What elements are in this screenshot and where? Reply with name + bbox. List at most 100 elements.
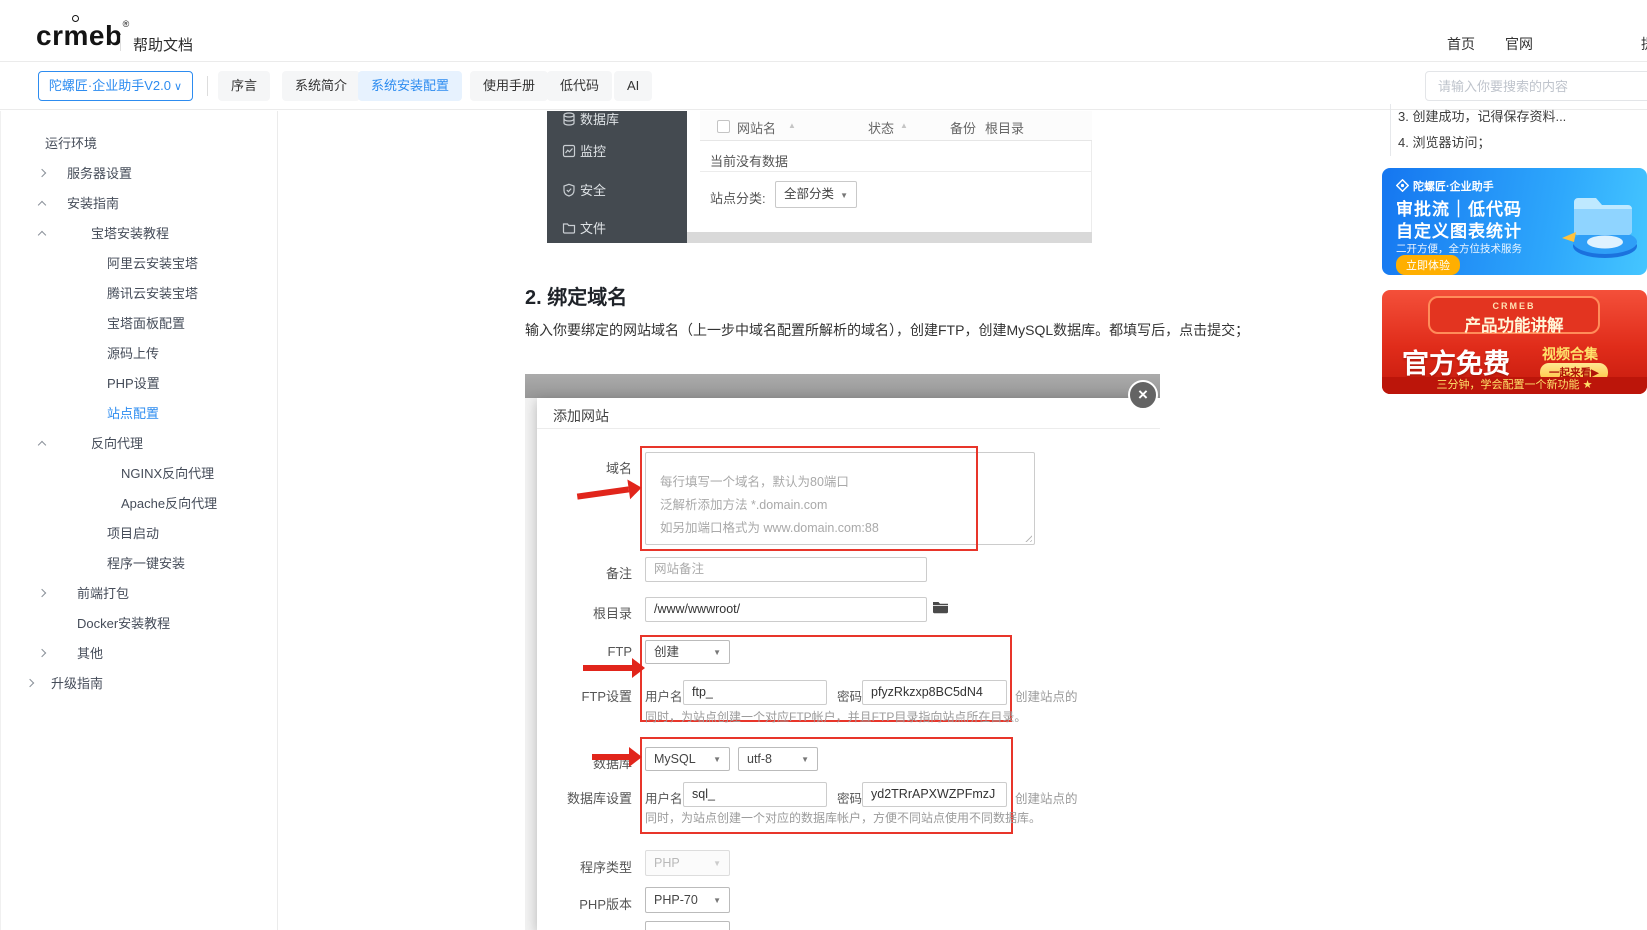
- tab-system-intro[interactable]: 系统简介: [282, 71, 361, 101]
- remark-input: 网站备注: [645, 557, 927, 582]
- sidebar-item-docker-tutorial[interactable]: Docker安装教程: [1, 609, 277, 639]
- folder-icon: [933, 602, 948, 614]
- baota-panel-menu: 数据库 监控 安全 文件: [547, 111, 687, 243]
- sidebar-item-project-start[interactable]: 项目启动: [1, 519, 277, 549]
- db-password-input: yd2TRrAPXWZPFmzJ: [862, 782, 1007, 807]
- sidebar-item-server-settings[interactable]: 服务器设置: [1, 159, 277, 189]
- banner-sub-headline: 视频合集: [1542, 346, 1598, 362]
- db-password-label: 密码: [837, 792, 863, 806]
- chevron-up-icon: [37, 440, 47, 450]
- db-note: 同时，为站点创建一个对应的数据库帐户，方便不同站点使用不同数据库。: [645, 811, 1042, 825]
- cta-button-try[interactable]: 立即体验: [1396, 255, 1460, 275]
- sidebar-item-install-guide[interactable]: 安装指南: [1, 189, 277, 219]
- tab-bar: 陀螺匠·企业助手V2.0 ∨ 序言 系统简介 系统安装配置 使用手册 低代码 AI: [0, 62, 1647, 110]
- site-title: 帮助文档: [133, 37, 194, 54]
- ad-banner-tuoluo[interactable]: 陀螺匠·企业助手 审批流｜低代码 自定义图表统计 二开方便，全方位技术服务 立即…: [1382, 168, 1647, 275]
- sidebar-item-label: 阿里云安装宝塔: [107, 256, 199, 271]
- banner-brand: 陀螺匠·企业助手: [1395, 178, 1494, 194]
- rootdir-input: /www/wwwroot/: [645, 597, 927, 622]
- sidebar-item-reverse-proxy[interactable]: 反向代理: [1, 429, 277, 459]
- db-username-label: 用户名: [645, 792, 683, 806]
- toc: 3. 创建成功，记得保存资料... 4. 浏览器访问；: [1390, 104, 1566, 156]
- sidebar-item-baota-panel-config[interactable]: 宝塔面板配置: [1, 309, 277, 339]
- chevron-right-icon: [37, 588, 47, 598]
- sidebar-item-site-config[interactable]: 站点配置: [1, 399, 277, 429]
- dialog-title-divider: [537, 428, 1160, 429]
- screenshot-baota-site-list[interactable]: 数据库 监控 安全 文件 网站名 ▲ 状态 ▲ 备份 根目录 当前没有数据 站点…: [525, 111, 1092, 243]
- tab-lowcode[interactable]: 低代码: [547, 71, 613, 101]
- folder-icon: [562, 223, 576, 234]
- nav-item-home[interactable]: 首页: [1447, 34, 1475, 54]
- sort-asc-icon: ▲: [900, 121, 908, 130]
- crmeb-logo[interactable]: crmeb®: [36, 15, 130, 52]
- tab-user-manual[interactable]: 使用手册: [470, 71, 549, 101]
- sidebar-item-runtime-env[interactable]: 运行环境: [1, 129, 277, 159]
- banner-footer-text: 三分钟，学会配置一个新功能 ★: [1382, 376, 1647, 392]
- sidebar-item-aliyun-baota[interactable]: 阿里云安装宝塔: [1, 249, 277, 279]
- empty-row: 当前没有数据: [710, 154, 789, 169]
- logo-text-2: eb: [88, 20, 123, 51]
- add-site-dialog: 添加网站 域名 每行填写一个域名，默认为80端口 泛解析添加方法 *.domai…: [537, 398, 1160, 930]
- site-category-filter-label: 站点分类:: [710, 191, 766, 206]
- ftp-label: FTP: [607, 644, 632, 659]
- row-divider: [700, 171, 1092, 172]
- php-version-value: PHP-70: [654, 893, 698, 907]
- ftp-side-note: 创建站点的: [1015, 690, 1078, 704]
- remark-label: 备注: [605, 566, 632, 581]
- logo-m-dot: m: [63, 15, 89, 51]
- sidebar-item-source-upload[interactable]: 源码上传: [1, 339, 277, 369]
- toc-item-browser-visit[interactable]: 4. 浏览器访问；: [1398, 130, 1566, 156]
- panel-menu-item-security: 安全: [547, 171, 687, 210]
- sidebar-item-tencent-baota[interactable]: 腾讯云安装宝塔: [1, 279, 277, 309]
- column-backup: 备份: [950, 121, 977, 136]
- panel-menu-label: 数据库: [580, 112, 620, 127]
- sidebar-item-one-click-install[interactable]: 程序一键安装: [1, 549, 277, 579]
- search-input[interactable]: [1425, 71, 1647, 101]
- sidebar-item-apache-proxy[interactable]: Apache反向代理: [1, 489, 277, 519]
- sidebar-item-others[interactable]: 其他: [1, 639, 277, 669]
- sidebar-item-baota-tutorial[interactable]: 宝塔安装教程: [1, 219, 277, 249]
- registered-mark-icon: ®: [122, 19, 130, 29]
- partial-select: [645, 921, 730, 930]
- sidebar-item-label: PHP设置: [107, 376, 160, 391]
- annotation-arrow-icon: [583, 658, 645, 678]
- php-version-label: PHP版本: [579, 897, 632, 912]
- domain-highlight-box: [640, 446, 978, 551]
- app-header: crmeb® 帮助文档 首页 官网 提交工单: [0, 8, 1647, 62]
- nav-item-official-site[interactable]: 官网: [1505, 34, 1533, 54]
- domain-label: 域名: [605, 461, 632, 476]
- screenshot-add-site-dialog[interactable]: 添加网站 域名 每行填写一个域名，默认为80端口 泛解析添加方法 *.domai…: [525, 352, 1160, 930]
- ftp-username-label: 用户名: [645, 690, 683, 704]
- column-site-name: 网站名: [737, 121, 777, 136]
- sidebar-item-nginx-proxy[interactable]: NGINX反向代理: [1, 459, 277, 489]
- select-all-checkbox: [717, 120, 730, 133]
- tab-install-config[interactable]: 系统安装配置: [358, 71, 463, 101]
- sidebar-item-label: 反向代理: [91, 436, 144, 451]
- toc-item-create-success[interactable]: 3. 创建成功，记得保存资料...: [1398, 104, 1566, 130]
- product-version-dropdown[interactable]: 陀螺匠·企业助手V2.0 ∨: [38, 71, 193, 101]
- dialog-title: 添加网站: [553, 408, 609, 424]
- nav-item-ticket[interactable]: 提交工单: [1641, 34, 1647, 54]
- database-icon: [563, 112, 575, 126]
- folder-illustration: [1562, 198, 1637, 258]
- diamond-logo-icon: [1395, 178, 1410, 193]
- sidebar-item-php-settings[interactable]: PHP设置: [1, 369, 277, 399]
- select-arrow-icon: ▼: [713, 896, 721, 905]
- tab-ai[interactable]: AI: [614, 71, 653, 101]
- banner-brand-label: 陀螺匠·企业助手: [1413, 181, 1494, 193]
- annotation-arrow-icon: [576, 486, 630, 500]
- sidebar-item-frontend-build[interactable]: 前端打包: [1, 579, 277, 609]
- db-settings-label: 数据库设置: [566, 791, 632, 806]
- program-type-label: 程序类型: [579, 860, 632, 875]
- annotation-arrow-icon: [592, 747, 642, 767]
- rootdir-label: 根目录: [592, 606, 632, 621]
- ad-banner-crmeb[interactable]: CRMEB 产品功能讲解 官方免费 视频合集 一起来看▶ 三分钟，学会配置一个新…: [1382, 290, 1647, 394]
- tab-preface[interactable]: 序言: [218, 71, 271, 101]
- column-root-dir: 根目录: [985, 121, 1025, 136]
- chevron-right-icon: [37, 168, 47, 178]
- section-paragraph: 输入你要绑定的网站域名（上一步中域名配置所解析的域名），创建FTP，创建MySQ…: [525, 322, 1250, 338]
- sort-asc-icon: ▲: [788, 121, 796, 130]
- sidebar-item-label: 安装指南: [67, 196, 120, 211]
- sidebar-item-upgrade-guide[interactable]: 升级指南: [1, 669, 277, 699]
- sidebar-item-label: NGINX反向代理: [121, 466, 215, 481]
